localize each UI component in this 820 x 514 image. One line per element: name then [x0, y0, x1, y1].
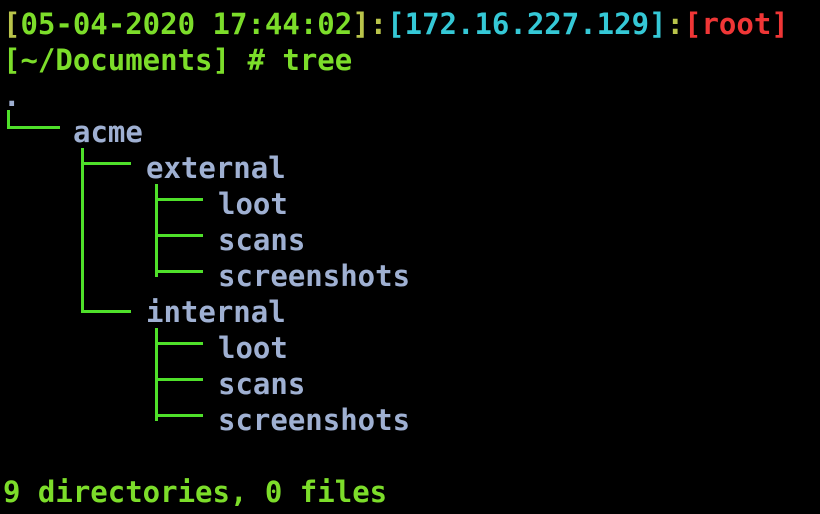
terminal-window[interactable]: [05-04-2020 17:44:02]:[172.16.227.129]:[… — [3, 2, 818, 512]
tree-branch-line — [155, 198, 203, 201]
directory-external-loot[interactable]: loot — [218, 186, 288, 222]
directory-acme[interactable]: acme — [73, 114, 143, 150]
directory-external-scans[interactable]: scans — [218, 222, 305, 258]
tree-branch-line — [7, 126, 60, 129]
tree-branch-line — [81, 310, 131, 313]
ip-open-bracket: [ — [387, 7, 405, 41]
user-open-bracket: [ — [683, 7, 702, 41]
prompt-user: root — [701, 7, 772, 41]
tree-branch-line — [155, 270, 203, 273]
ip-close-bracket: ] — [649, 7, 667, 41]
tree-root: . — [3, 79, 21, 113]
tree-branch-line — [155, 378, 203, 381]
directory-internal[interactable]: internal — [146, 294, 286, 330]
tree-branch-line — [81, 148, 84, 313]
directory-internal-screenshots[interactable]: screenshots — [218, 402, 410, 438]
tree-branch-line — [155, 234, 203, 237]
prompt-timestamp: 05-04-2020 17:44:02 — [20, 7, 353, 41]
directory-external[interactable]: external — [146, 150, 286, 186]
prompt-symbol: # — [247, 43, 265, 77]
command-line[interactable]: [~/Documents] # tree — [3, 42, 352, 78]
timestamp-close-bracket: ] — [352, 7, 370, 41]
directory-internal-loot[interactable]: loot — [218, 330, 288, 366]
user-close-bracket: ] — [771, 7, 789, 41]
tree-branch-line — [81, 162, 131, 165]
prompt-separator: : — [666, 7, 684, 41]
command-text: tree — [282, 43, 353, 77]
prompt-cwd: [~/Documents] — [3, 43, 230, 77]
directory-external-screenshots[interactable]: screenshots — [218, 258, 410, 294]
prompt-status-line: [05-04-2020 17:44:02]:[172.16.227.129]:[… — [3, 6, 789, 42]
prompt-separator: : — [369, 7, 388, 41]
prompt-ip-address: 172.16.227.129 — [404, 7, 650, 41]
timestamp-open-bracket: [ — [3, 7, 21, 41]
tree-branch-line — [155, 342, 203, 345]
tree-branch-line — [155, 414, 203, 417]
directory-internal-scans[interactable]: scans — [218, 366, 305, 402]
tree-summary: 9 directories, 0 files — [3, 475, 388, 509]
